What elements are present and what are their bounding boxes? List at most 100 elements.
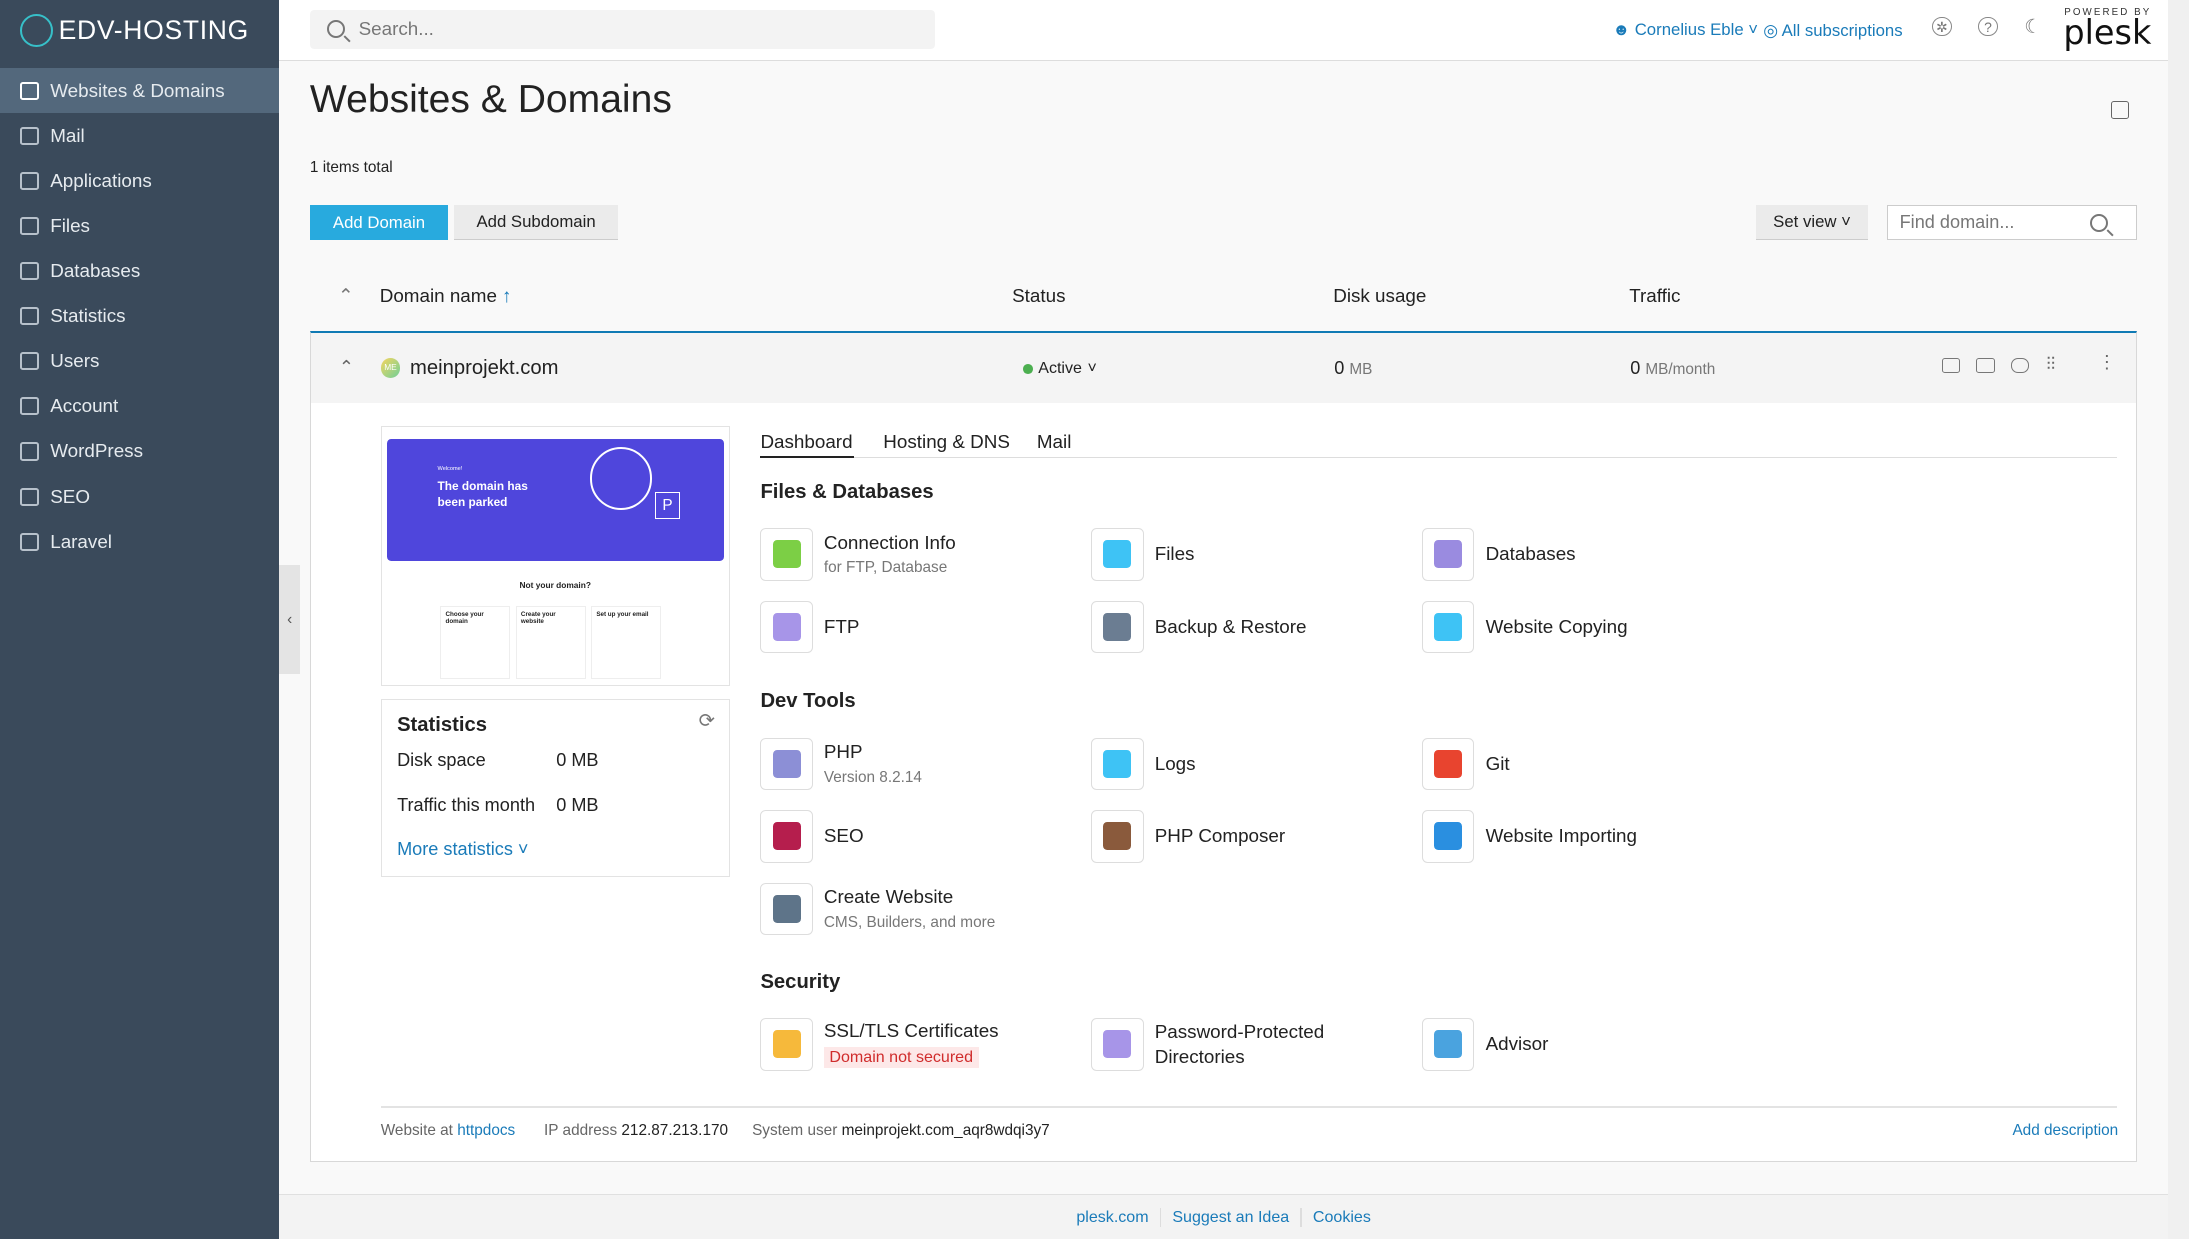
- tool-backup-restore[interactable]: Backup & Restore: [1091, 600, 1412, 654]
- brand-logo[interactable]: EDV-HOSTING: [19, 13, 249, 48]
- tab-hosting-dns[interactable]: Hosting & DNS: [883, 431, 1010, 453]
- add-description-link[interactable]: Add description: [2012, 1122, 2118, 1140]
- sidebar-item-mail[interactable]: Mail: [0, 113, 279, 158]
- domain-name-link[interactable]: meinprojekt.com: [410, 357, 558, 380]
- user-icon: [19, 352, 40, 371]
- database-icon[interactable]: [2011, 357, 2030, 374]
- traffic-value: 0 MB/month: [1630, 357, 1716, 378]
- sort-asc-icon: ↑: [502, 284, 512, 306]
- tool-website-copying[interactable]: Website Copying: [1422, 600, 1743, 654]
- items-count: 1 items total: [309, 159, 393, 177]
- seo-icon: [772, 822, 801, 851]
- globe-icon: ◎: [1763, 20, 1778, 40]
- website-importing-icon: [1434, 822, 1463, 851]
- git-icon: [1434, 749, 1463, 778]
- sidebar-item-files[interactable]: Files: [0, 204, 279, 249]
- httpdocs-link[interactable]: httpdocs: [457, 1122, 515, 1139]
- add-subdomain-button[interactable]: Add Subdomain: [453, 205, 619, 241]
- domain-row[interactable]: ⌃ ME meinprojekt.com Active ˅ 0 MB 0 MB/…: [310, 332, 2137, 403]
- sidebar-item-websites-domains[interactable]: Websites & Domains: [0, 68, 280, 114]
- scrollbar[interactable]: [2168, 0, 2189, 1239]
- seo-icon: [19, 487, 40, 506]
- chart-icon: [19, 307, 40, 326]
- divider: [380, 1106, 2118, 1108]
- collapse-row-icon[interactable]: ⌃: [339, 357, 354, 378]
- connection-info-icon: [772, 540, 801, 569]
- footer-link[interactable]: Cookies: [1313, 1208, 1371, 1227]
- domain-card: ⌃ ME meinprojekt.com Active ˅ 0 MB 0 MB/…: [309, 330, 2138, 1162]
- folder-icon[interactable]: [1941, 357, 1960, 374]
- column-disk-usage[interactable]: Disk usage: [1333, 285, 1426, 307]
- tool-password-protected-directories[interactable]: Password-Protected Directories: [1091, 1018, 1412, 1071]
- sidebar: EDV-HOSTING Websites & Domains Mail Applic…: [0, 0, 280, 1239]
- tool-git[interactable]: Git: [1422, 737, 1743, 790]
- tool-connection-info[interactable]: Connection Info for FTP, Database: [760, 528, 1081, 581]
- file-icon: [19, 216, 40, 236]
- tool-php-composer[interactable]: PHP Composer: [1091, 810, 1412, 863]
- plesk-logo: POWERED BY plesk: [2063, 6, 2152, 52]
- panel-toggle-icon[interactable]: [2110, 100, 2129, 119]
- column-status[interactable]: Status: [1012, 285, 1065, 307]
- sidebar-item-users[interactable]: Users: [0, 339, 279, 384]
- tool-create-website[interactable]: Create Website CMS, Builders, and more: [760, 882, 1081, 936]
- tool-logs[interactable]: Logs: [1091, 737, 1412, 790]
- tool-advisor[interactable]: Advisor: [1422, 1018, 1743, 1071]
- dark-mode-icon[interactable]: ☾: [2024, 15, 2042, 39]
- databases-icon: [1434, 540, 1463, 569]
- section-title: Dev Tools: [760, 690, 856, 713]
- parking-sign-illustration: P: [655, 491, 680, 519]
- footer-link[interactable]: Suggest an Idea: [1172, 1208, 1289, 1227]
- section-title: Files & Databases: [760, 480, 934, 503]
- tool-files[interactable]: Files: [1091, 528, 1412, 581]
- set-view-button[interactable]: Set view ˅: [1756, 205, 1868, 241]
- column-domain-name[interactable]: Domain name ↑: [380, 285, 512, 307]
- php-icon: [772, 749, 801, 778]
- page-title: Websites & Domains: [309, 78, 672, 122]
- sidebar-item-applications[interactable]: Applications: [0, 159, 279, 204]
- search-icon[interactable]: [2090, 213, 2109, 232]
- tool-website-importing[interactable]: Website Importing: [1422, 810, 1743, 863]
- sidebar-item-seo[interactable]: SEO: [0, 474, 279, 519]
- tab-dashboard[interactable]: Dashboard: [760, 431, 852, 453]
- more-statistics-link[interactable]: More statistics ˅: [397, 839, 528, 860]
- section-title: Security: [760, 970, 841, 993]
- sidebar-item-wordpress[interactable]: WordPress: [0, 429, 279, 474]
- footer-link[interactable]: plesk.com: [1076, 1208, 1148, 1227]
- tool-databases[interactable]: Databases: [1422, 528, 1743, 581]
- disk-usage-value: 0 MB: [1334, 357, 1373, 378]
- more-options-icon[interactable]: ⋮: [2098, 352, 2116, 373]
- sidebar-item-databases[interactable]: Databases: [0, 249, 279, 294]
- add-domain-button[interactable]: Add Domain: [309, 205, 449, 241]
- extensions-icon[interactable]: ✲: [1932, 16, 1952, 37]
- website-path: Website at httpdocs: [380, 1121, 516, 1139]
- find-domain-input[interactable]: Find domain...: [1887, 205, 2138, 241]
- tool-php[interactable]: PHP Version 8.2.14: [760, 737, 1081, 790]
- advisor-icon: [1434, 1030, 1463, 1059]
- website-preview[interactable]: Welcome! The domain has been parked P No…: [380, 426, 730, 687]
- ssl-tls-certificates-icon: [772, 1030, 801, 1059]
- help-icon[interactable]: ?: [1978, 16, 1998, 37]
- column-traffic[interactable]: Traffic: [1629, 285, 1680, 307]
- statistics-panel: Statistics ⟳ Disk space 0 MB Traffic thi…: [380, 698, 730, 878]
- sidebar-collapse-button[interactable]: ‹: [279, 565, 301, 675]
- sidebar-item-laravel[interactable]: Laravel: [0, 519, 279, 564]
- account-icon: [19, 397, 40, 416]
- settings-sliders-icon[interactable]: ⫶⫶: [2046, 354, 2055, 375]
- subscriptions-link[interactable]: ◎ All subscriptions: [1763, 20, 1902, 41]
- logo-icon: [19, 13, 54, 48]
- not-secured-badge: Domain not secured: [823, 1046, 979, 1069]
- tool-ssl-tls-certificates[interactable]: SSL/TLS Certificates Domain not secured: [760, 1018, 1081, 1071]
- tool-seo[interactable]: SEO: [760, 810, 1081, 863]
- collapse-all-icon[interactable]: ⌃: [338, 285, 354, 307]
- mail-icon[interactable]: [1976, 357, 1995, 374]
- search-input[interactable]: Search...: [309, 9, 936, 49]
- preview-card: Choose your domain: [440, 606, 511, 679]
- preview-hero: Welcome! The domain has been parked P: [387, 438, 724, 562]
- tab-mail[interactable]: Mail: [1037, 431, 1072, 453]
- sidebar-item-account[interactable]: Account: [0, 384, 279, 429]
- sidebar-item-statistics[interactable]: Statistics: [0, 294, 279, 339]
- status-badge[interactable]: Active ˅: [1022, 359, 1097, 378]
- tool-ftp[interactable]: FTP: [760, 600, 1081, 654]
- refresh-icon[interactable]: ⟳: [699, 709, 715, 733]
- user-menu[interactable]: ☻ Cornelius Eble ˅: [1612, 20, 1758, 40]
